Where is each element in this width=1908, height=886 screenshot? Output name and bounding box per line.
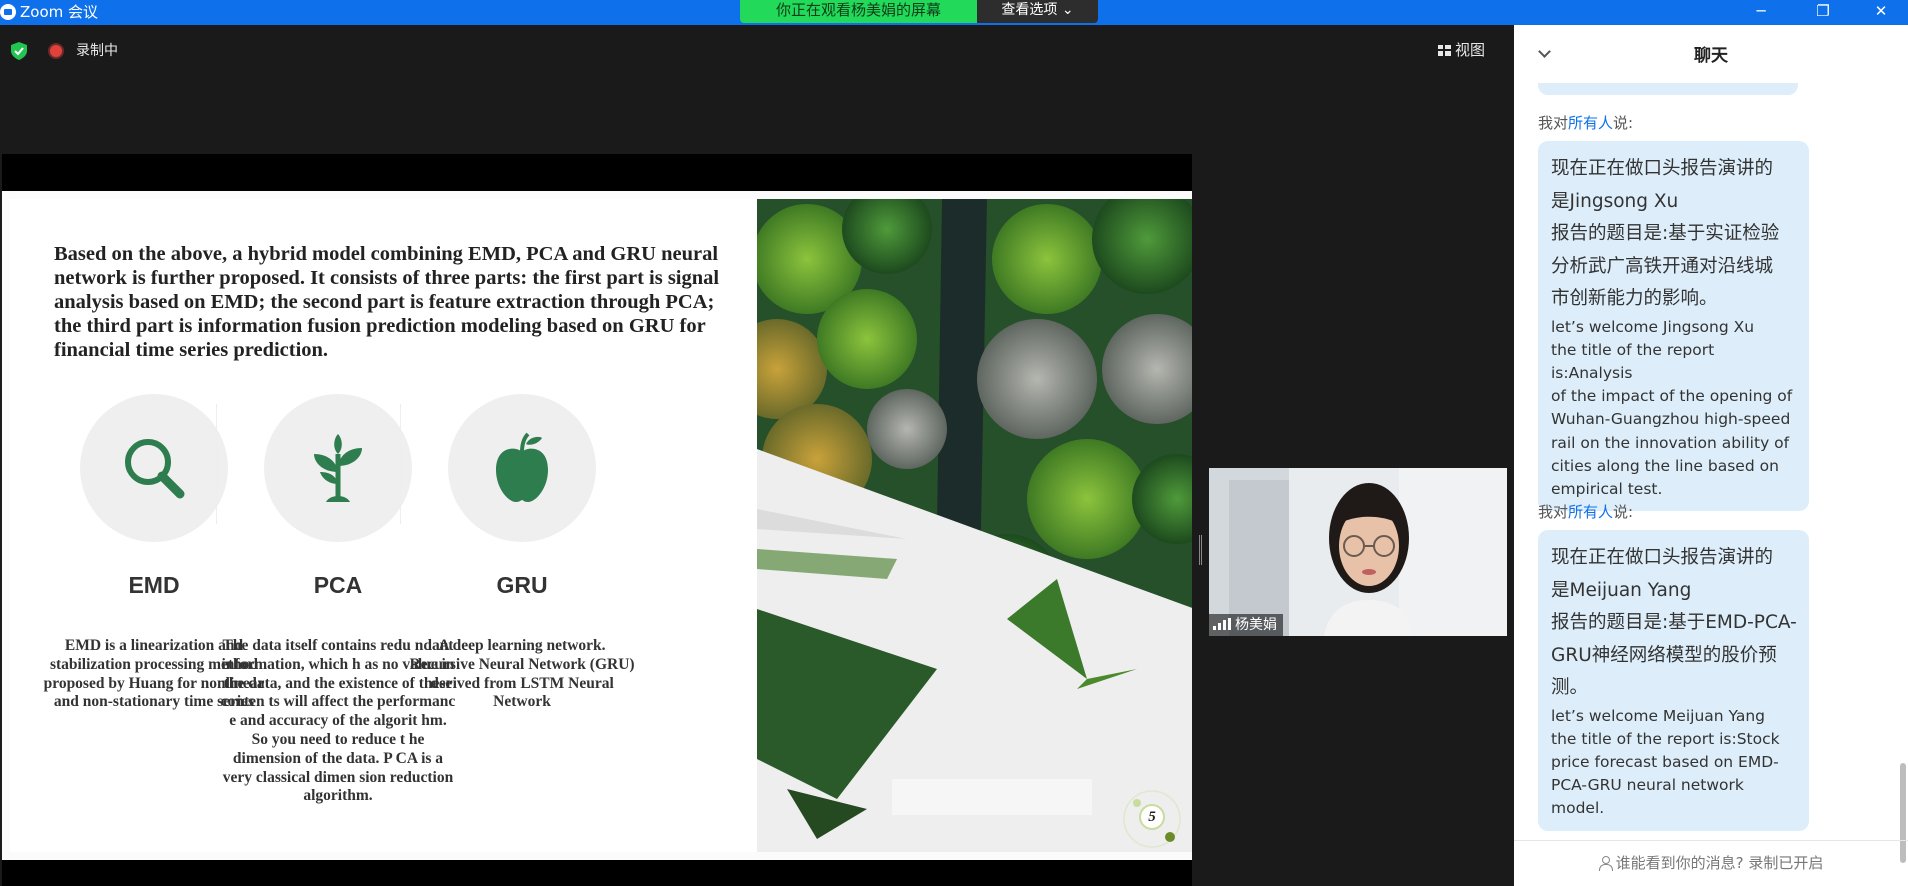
slide-canvas: Based on the above, a hybrid model combi… bbox=[10, 199, 1192, 852]
message-line: empirical test. bbox=[1551, 479, 1663, 498]
message-line: 分析武广高铁开通对沿线城 bbox=[1551, 255, 1774, 277]
participant-name-tag: 杨美娟 bbox=[1209, 614, 1283, 636]
message-line: 市创新能力的影响。 bbox=[1551, 288, 1718, 309]
shared-slide: Based on the above, a hybrid model combi… bbox=[2, 191, 1192, 860]
restore-button[interactable]: ❐ bbox=[1800, 0, 1846, 25]
recipient-link[interactable]: 所有人 bbox=[1568, 503, 1613, 521]
divider bbox=[400, 404, 401, 524]
chat-title: 聊天 bbox=[1694, 46, 1728, 66]
slide-page-number: 5 bbox=[1139, 804, 1165, 830]
forest-illustration bbox=[757, 199, 1192, 852]
view-label: 视图 bbox=[1455, 41, 1486, 59]
message-sender: 我对所有人说: bbox=[1538, 113, 1633, 133]
message-line: of the impact of the opening of bbox=[1551, 387, 1793, 406]
magnifier-icon bbox=[125, 439, 185, 499]
message-line: let’s welcome Meijuan Yang bbox=[1551, 706, 1766, 725]
message-bubble[interactable]: 现在正在做口头报告演讲的 是Jingsong Xu 报告的题目是:基于实证检验 … bbox=[1538, 141, 1809, 512]
message-line: the title of the report is:Stock bbox=[1551, 729, 1780, 748]
person-icon bbox=[1598, 856, 1613, 871]
message-bubble[interactable]: 现在正在做口头报告演讲的 是Meijuan Yang 报告的题目是:基于EMD-… bbox=[1538, 530, 1809, 831]
message-line: 现在正在做口头报告演讲的 bbox=[1551, 547, 1774, 568]
message-line: price forecast based on EMD- bbox=[1551, 752, 1779, 771]
security-shield-icon[interactable] bbox=[11, 42, 27, 60]
recipient-link[interactable]: 所有人 bbox=[1568, 114, 1613, 132]
close-button[interactable]: ✕ bbox=[1858, 0, 1904, 25]
message-line: cities along the line based on bbox=[1551, 456, 1779, 475]
slide-paragraph: Based on the above, a hybrid model combi… bbox=[54, 243, 720, 361]
message-line: 是Meijuan Yang bbox=[1551, 579, 1692, 601]
chevron-down-icon: ⌄ bbox=[1061, 2, 1074, 18]
message-line: let’s welcome Jingsong Xu bbox=[1551, 317, 1755, 336]
feature-circle bbox=[448, 394, 596, 542]
previous-message-bubble bbox=[1538, 83, 1798, 95]
message-line: Wuhan-Guangzhou high-speed bbox=[1551, 410, 1791, 429]
view-options-button[interactable]: 查看选项 ⌄ bbox=[977, 0, 1098, 23]
sender-prefix: 我对 bbox=[1538, 503, 1569, 521]
message-line: model. bbox=[1551, 799, 1605, 818]
feature-description: A deep learning network. Recursive Neura… bbox=[409, 637, 635, 711]
feature-circle bbox=[80, 394, 228, 542]
message-line: 测。 bbox=[1551, 677, 1589, 698]
chat-panel: 聊天 我对所有人说: 现在正在做口头报告演讲的 是Jingsong Xu 报告的… bbox=[1514, 25, 1908, 886]
recording-icon[interactable] bbox=[50, 45, 62, 57]
participant-video[interactable]: 杨美娟 bbox=[1209, 468, 1507, 636]
message-line: PCA-GRU neural network bbox=[1551, 776, 1744, 795]
grid-view-icon bbox=[1438, 45, 1451, 56]
feature-name: GRU bbox=[496, 572, 548, 598]
message-line: 现在正在做口头报告演讲的 bbox=[1551, 158, 1774, 179]
divider bbox=[216, 404, 217, 524]
message-line: the title of the report is:Analysis bbox=[1551, 340, 1715, 382]
message-line: rail on the innovation ability of bbox=[1551, 433, 1790, 452]
view-options-label: 查看选项 bbox=[1001, 2, 1058, 18]
forest-aerial-image: 5 bbox=[757, 199, 1192, 852]
participant-name: 杨美娟 bbox=[1235, 617, 1277, 633]
recording-status[interactable]: 录制中 bbox=[76, 41, 118, 61]
chat-footer-text: 谁能看到你的消息? 录制已开启 bbox=[1615, 854, 1824, 872]
sender-suffix: 说: bbox=[1613, 503, 1634, 521]
message-line: 是Jingsong Xu bbox=[1551, 190, 1679, 212]
window-title: Zoom 会议 bbox=[20, 3, 99, 21]
sprout-icon bbox=[314, 434, 362, 502]
participant-video-frame bbox=[1209, 468, 1507, 636]
screen-share-banner: 你正在观看杨美娟的屏幕 bbox=[740, 0, 977, 23]
meeting-area: 录制中 视图 Based on the above, a hybrid mode… bbox=[0, 25, 1514, 886]
message-line: 报告的题目是:基于EMD-PCA- bbox=[1551, 612, 1797, 633]
chat-visibility-notice[interactable]: 谁能看到你的消息? 录制已开启 bbox=[1514, 840, 1908, 886]
feature-circle bbox=[264, 394, 412, 542]
zoom-logo-icon bbox=[0, 4, 16, 20]
minimize-button[interactable]: ─ bbox=[1738, 0, 1784, 25]
message-line: GRU神经网络模型的股价预 bbox=[1551, 644, 1777, 666]
message-sender: 我对所有人说: bbox=[1538, 502, 1633, 522]
apple-icon bbox=[496, 432, 548, 502]
signal-strength-icon bbox=[1213, 618, 1231, 630]
chat-header: 聊天 bbox=[1514, 25, 1908, 83]
sender-suffix: 说: bbox=[1613, 114, 1634, 132]
resize-handle[interactable] bbox=[1199, 535, 1202, 565]
chat-messages[interactable]: 我对所有人说: 现在正在做口头报告演讲的 是Jingsong Xu 报告的题目是… bbox=[1514, 83, 1908, 866]
sender-prefix: 我对 bbox=[1538, 114, 1569, 132]
view-button[interactable]: 视图 bbox=[1438, 38, 1485, 62]
title-bar: Zoom 会议 你正在观看杨美娟的屏幕 查看选项 ⌄ ─ ❐ ✕ bbox=[0, 0, 1908, 25]
message-line: 报告的题目是:基于实证检验 bbox=[1551, 223, 1780, 244]
